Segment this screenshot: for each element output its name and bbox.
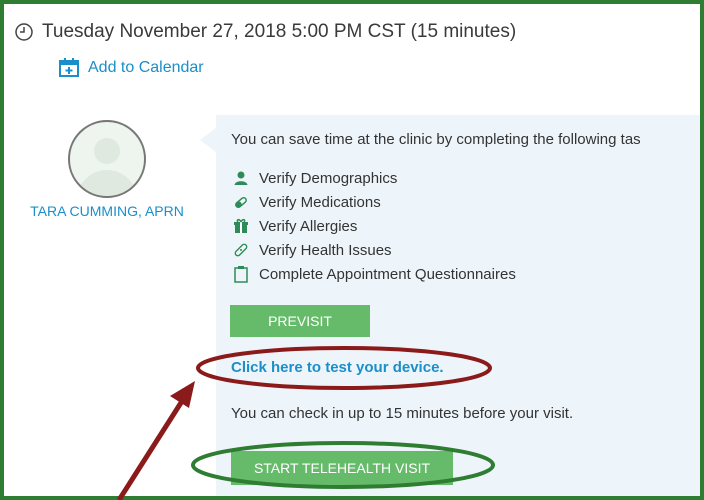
add-to-calendar-link[interactable]: Add to Calendar bbox=[58, 57, 204, 79]
calendar-add-icon bbox=[59, 58, 79, 77]
clipboard-icon bbox=[231, 264, 251, 284]
bandage-icon bbox=[231, 240, 251, 260]
task-label: Verify Medications bbox=[259, 193, 381, 211]
appointment-datetime: Tuesday November 27, 2018 5:00 PM CST (1… bbox=[42, 21, 517, 42]
task-label: Verify Allergies bbox=[259, 217, 358, 235]
task-label: Complete Appointment Questionnaires bbox=[259, 265, 516, 283]
task-verify-health-issues: Verify Health Issues bbox=[231, 238, 516, 262]
provider-name[interactable]: TARA CUMMING, APRN bbox=[0, 203, 214, 219]
start-telehealth-button[interactable]: START TELEHEALTH VISIT bbox=[231, 451, 453, 485]
task-verify-medications: Verify Medications bbox=[231, 190, 516, 214]
task-verify-demographics: Verify Demographics bbox=[231, 166, 516, 190]
checkin-note: You can check in up to 15 minutes before… bbox=[231, 405, 574, 422]
test-device-link[interactable]: Click here to test your device. bbox=[231, 359, 444, 376]
add-to-calendar-label: Add to Calendar bbox=[88, 59, 204, 76]
task-verify-allergies: Verify Allergies bbox=[231, 214, 516, 238]
previsit-task-list: Verify Demographics Verify Medications V… bbox=[231, 166, 516, 286]
gift-icon bbox=[231, 216, 251, 236]
clock-icon bbox=[15, 23, 33, 41]
avatar-placeholder-icon bbox=[77, 138, 137, 196]
person-icon bbox=[231, 168, 251, 188]
previsit-intro: You can save time at the clinic by compl… bbox=[231, 131, 641, 148]
provider-avatar bbox=[68, 120, 146, 198]
pill-icon bbox=[231, 192, 251, 212]
appointment-header: Tuesday November 27, 2018 5:00 PM CST (1… bbox=[14, 18, 516, 46]
task-complete-questionnaires: Complete Appointment Questionnaires bbox=[231, 262, 516, 286]
previsit-button[interactable]: PREVISIT bbox=[230, 305, 370, 337]
panel-pointer bbox=[200, 128, 216, 152]
task-label: Verify Health Issues bbox=[259, 241, 392, 259]
task-label: Verify Demographics bbox=[259, 169, 398, 187]
